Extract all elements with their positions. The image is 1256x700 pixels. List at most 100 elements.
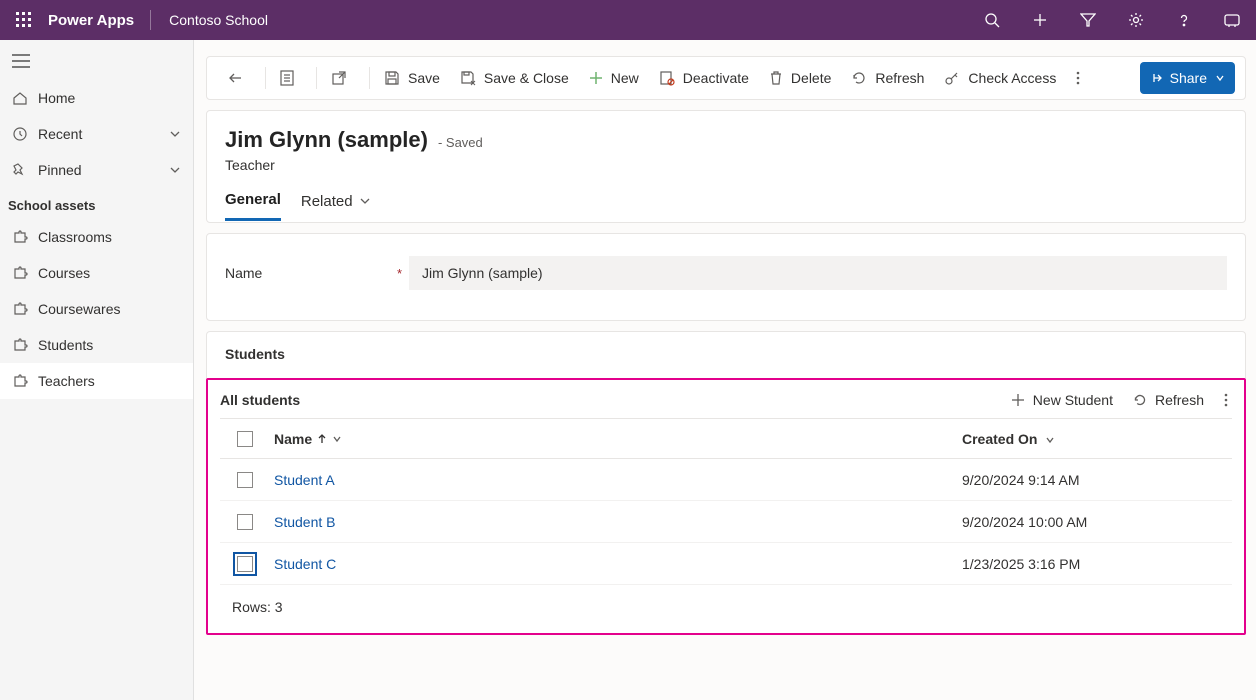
filter-icon[interactable]	[1064, 0, 1112, 40]
name-input[interactable]	[409, 256, 1227, 290]
app-launcher-icon[interactable]	[0, 12, 48, 28]
product-name[interactable]: Power Apps	[48, 12, 150, 29]
grid-row[interactable]: Student A 9/20/2024 9:14 AM	[220, 459, 1232, 501]
record-entity-label: Teacher	[225, 157, 1227, 173]
record-saved-indicator: - Saved	[438, 135, 483, 150]
sidebar-item-label: Students	[38, 337, 93, 353]
sidebar-item-home[interactable]: Home	[0, 80, 193, 116]
tab-related[interactable]: Related	[301, 191, 371, 221]
overflow-button[interactable]	[1066, 56, 1098, 100]
grid-header-row: Name Created On	[220, 419, 1232, 459]
button-label: Share	[1170, 70, 1207, 86]
student-link[interactable]: Student A	[274, 472, 335, 488]
arrow-left-icon	[227, 70, 243, 86]
search-icon[interactable]	[968, 0, 1016, 40]
row-checkbox[interactable]	[237, 556, 253, 572]
students-subgrid: All students New Student Refresh	[206, 378, 1246, 635]
button-label: Deactivate	[683, 70, 749, 86]
subgrid-refresh-button[interactable]: Refresh	[1123, 392, 1214, 408]
sort-asc-icon	[318, 434, 326, 444]
row-checkbox[interactable]	[237, 514, 253, 530]
chevron-down-icon	[1045, 435, 1055, 445]
sidebar-item-coursewares[interactable]: Coursewares	[0, 291, 193, 327]
grid-row[interactable]: Student B 9/20/2024 10:00 AM	[220, 501, 1232, 543]
more-vertical-icon	[1076, 70, 1080, 86]
sidebar-item-pinned[interactable]: Pinned	[0, 152, 193, 188]
cell-created-on: 9/20/2024 10:00 AM	[962, 514, 1232, 530]
add-icon[interactable]	[1016, 0, 1064, 40]
save-close-button[interactable]: Save & Close	[450, 56, 579, 100]
collapse-menu-icon[interactable]	[12, 54, 181, 68]
new-student-button[interactable]: New Student	[1001, 392, 1123, 408]
sidebar-item-recent[interactable]: Recent	[0, 116, 193, 152]
back-button[interactable]	[217, 56, 261, 100]
deactivate-button[interactable]: Deactivate	[649, 56, 759, 100]
environment-name[interactable]: Contoso School	[151, 12, 268, 28]
clock-icon	[12, 126, 34, 142]
sidebar-item-label: Pinned	[38, 162, 82, 178]
sidebar-item-students[interactable]: Students	[0, 327, 193, 363]
column-header-created-on[interactable]: Created On	[962, 431, 1232, 447]
chevron-down-icon	[332, 434, 342, 444]
popout-icon	[331, 70, 347, 86]
student-link[interactable]: Student B	[274, 514, 336, 530]
sidebar-item-teachers[interactable]: Teachers	[0, 363, 193, 399]
button-label: New Student	[1033, 392, 1113, 408]
section-title-students: Students	[207, 332, 1245, 372]
row-checkbox[interactable]	[237, 472, 253, 488]
share-icon	[1150, 71, 1164, 85]
form-selector-button[interactable]	[270, 56, 312, 100]
grid-row-count: Rows: 3	[208, 585, 1244, 633]
required-indicator: *	[397, 266, 409, 281]
sidebar-item-label: Recent	[38, 126, 82, 142]
deactivate-icon	[659, 70, 675, 86]
open-new-window-button[interactable]	[321, 56, 365, 100]
record-header-card: Jim Glynn (sample) - Saved Teacher Gener…	[206, 110, 1246, 223]
sidebar-item-label: Classrooms	[38, 229, 112, 245]
home-icon	[12, 90, 34, 106]
tab-general[interactable]: General	[225, 191, 281, 221]
chevron-down-icon	[169, 164, 181, 176]
help-icon[interactable]	[1160, 0, 1208, 40]
button-label: Refresh	[875, 70, 924, 86]
sidebar-item-label: Teachers	[38, 373, 95, 389]
pin-icon	[12, 162, 34, 178]
subgrid-overflow-button[interactable]	[1214, 392, 1238, 408]
form-tabs: General Related	[207, 191, 1245, 222]
puzzle-icon	[12, 301, 34, 317]
save-icon	[384, 70, 400, 86]
students-grid: Name Created On Student A 9/20/2024 9:14…	[220, 418, 1232, 585]
assistant-icon[interactable]	[1208, 0, 1256, 40]
select-all-checkbox[interactable]	[237, 431, 253, 447]
student-link[interactable]: Student C	[274, 556, 336, 572]
tab-label: General	[225, 191, 281, 208]
settings-icon[interactable]	[1112, 0, 1160, 40]
content-area: Save Save & Close New Deactivate Delete …	[194, 40, 1256, 700]
sidebar-item-classrooms[interactable]: Classrooms	[0, 219, 193, 255]
puzzle-icon	[12, 373, 34, 389]
sidebar-group-label: School assets	[0, 188, 193, 219]
delete-button[interactable]: Delete	[759, 56, 841, 100]
save-button[interactable]: Save	[374, 56, 450, 100]
chevron-down-icon	[169, 128, 181, 140]
cell-created-on: 1/23/2025 3:16 PM	[962, 556, 1232, 572]
new-button[interactable]: New	[579, 56, 649, 100]
check-access-button[interactable]: Check Access	[934, 56, 1066, 100]
button-label: Check Access	[968, 70, 1056, 86]
subgrid-view-name[interactable]: All students	[220, 392, 300, 408]
chevron-down-icon	[1215, 73, 1225, 83]
refresh-button[interactable]: Refresh	[841, 56, 934, 100]
command-bar: Save Save & Close New Deactivate Delete …	[206, 56, 1246, 100]
grid-row[interactable]: Student C 1/23/2025 3:16 PM	[220, 543, 1232, 585]
sidebar-item-courses[interactable]: Courses	[0, 255, 193, 291]
sidebar-item-label: Courses	[38, 265, 90, 281]
plus-icon	[589, 71, 603, 85]
share-button[interactable]: Share	[1140, 62, 1235, 94]
sidebar-item-label: Coursewares	[38, 301, 120, 317]
column-header-name[interactable]: Name	[270, 431, 962, 447]
button-label: Refresh	[1155, 392, 1204, 408]
column-label: Name	[274, 431, 312, 447]
sidebar: Home Recent Pinned School assets Classro…	[0, 40, 194, 700]
trash-icon	[769, 70, 783, 86]
chevron-down-icon	[359, 195, 371, 207]
